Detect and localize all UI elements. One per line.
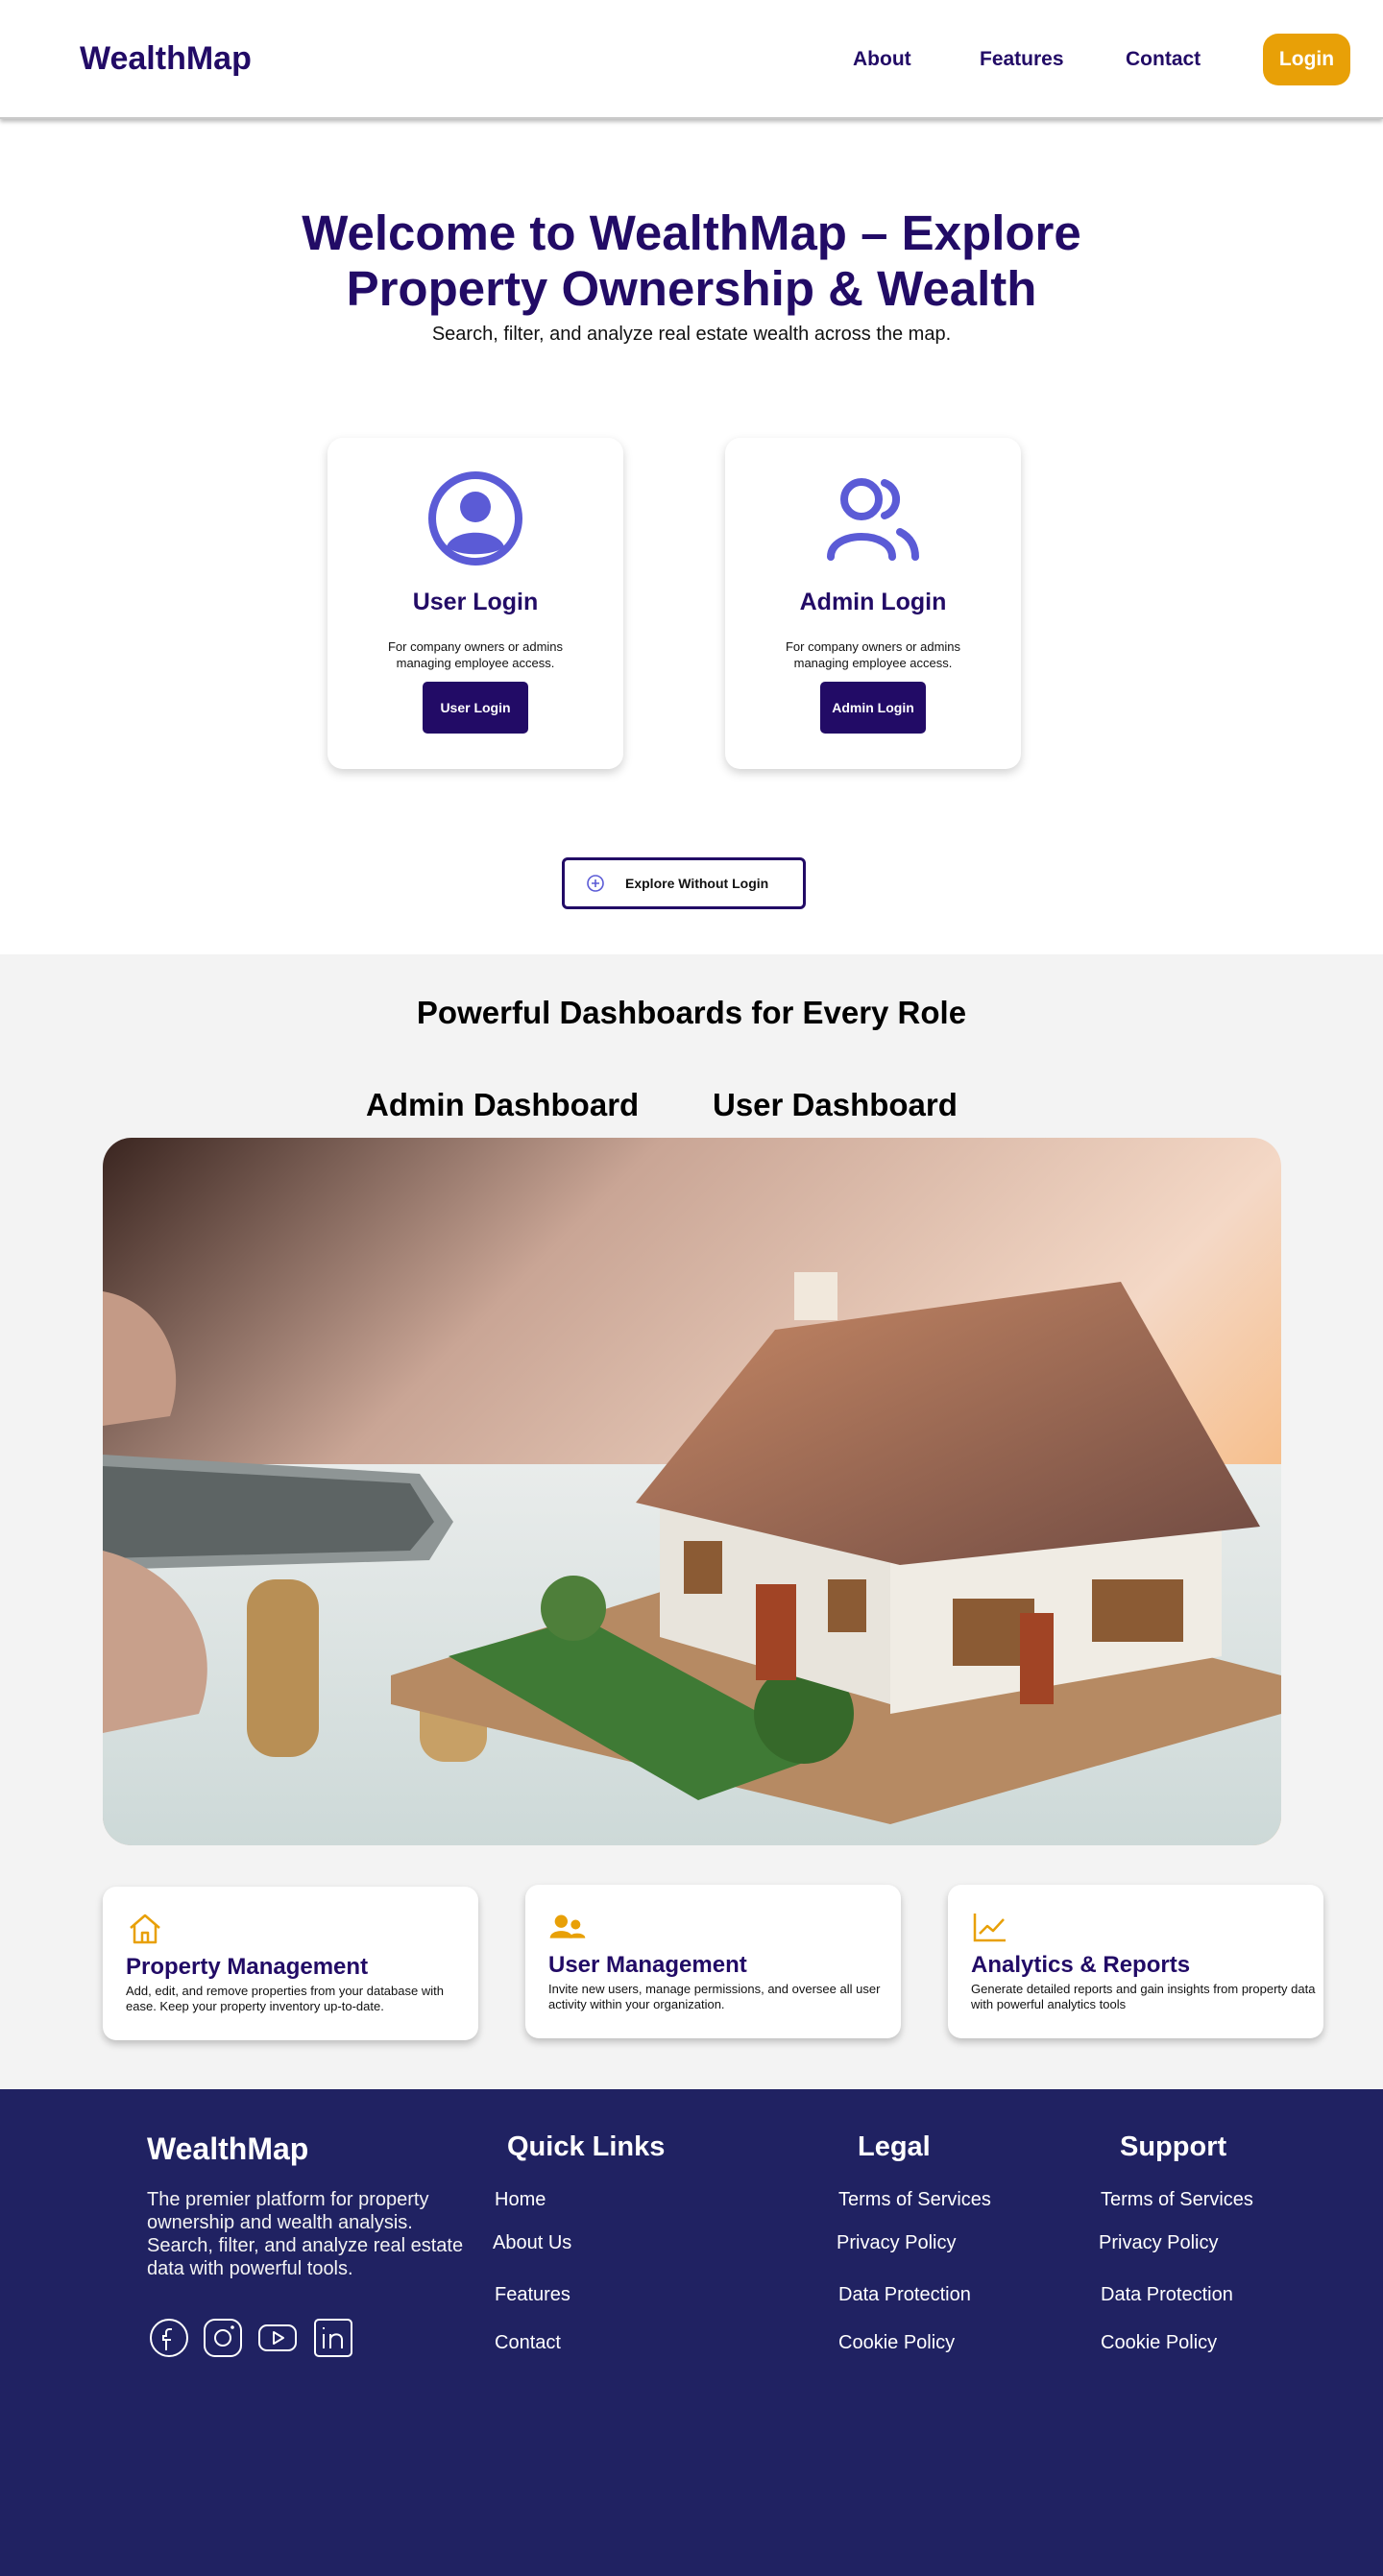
feature-title: Analytics & Reports: [971, 1952, 1191, 1978]
dashboard-hero-image: [103, 1138, 1281, 1845]
explore-without-login-button[interactable]: Explore Without Login: [562, 857, 806, 909]
footer-legal-privacy[interactable]: Privacy Policy: [837, 2232, 956, 2254]
user-login-card: User Login For company owners or admins …: [328, 438, 623, 769]
site-footer: WealthMap The premier platform for prope…: [0, 2089, 1383, 2576]
youtube-icon[interactable]: [257, 2318, 298, 2358]
feature-title: Property Management: [126, 1954, 369, 1980]
user-circle-icon: [428, 471, 522, 566]
admin-login-button[interactable]: Admin Login: [820, 682, 926, 734]
user-login-title: User Login: [412, 589, 539, 615]
users-icon: [549, 1914, 586, 1938]
tab-admin-dashboard[interactable]: Admin Dashboard: [366, 1087, 639, 1123]
hero-subtitle: Search, filter, and analyze real estate …: [431, 324, 952, 345]
footer-support-data-protection[interactable]: Data Protection: [1101, 2284, 1233, 2306]
footer-support-cookie[interactable]: Cookie Policy: [1101, 2332, 1217, 2354]
logo[interactable]: WealthMap: [80, 40, 252, 78]
admin-login-title: Admin Login: [799, 589, 947, 615]
site-header: WealthMap About Features Contact Login: [0, 0, 1383, 119]
footer-legal-data-protection[interactable]: Data Protection: [838, 2284, 971, 2306]
user-login-button[interactable]: User Login: [423, 682, 528, 734]
footer-legal-cookie[interactable]: Cookie Policy: [838, 2332, 955, 2354]
footer-link-contact[interactable]: Contact: [495, 2332, 561, 2354]
footer-legal-heading: Legal: [858, 2131, 931, 2162]
user-login-description: For company owners or admins managing em…: [387, 639, 564, 670]
footer-about-text: The premier platform for property owners…: [147, 2189, 464, 2279]
linkedin-icon[interactable]: [313, 2318, 353, 2358]
chart-line-icon: [973, 1914, 1006, 1942]
plus-circle-icon: [587, 875, 604, 892]
facebook-icon[interactable]: [149, 2318, 189, 2358]
footer-quick-links-heading: Quick Links: [507, 2131, 666, 2162]
footer-brand: WealthMap: [147, 2131, 309, 2166]
footer-support-terms[interactable]: Terms of Services: [1101, 2189, 1253, 2211]
tab-user-dashboard[interactable]: User Dashboard: [713, 1087, 958, 1123]
footer-link-features[interactable]: Features: [495, 2284, 570, 2306]
feature-card-user-management: User Management Invite new users, manage…: [525, 1885, 901, 2038]
dashboards-section: Powerful Dashboards for Every Role Admin…: [0, 954, 1383, 2089]
footer-support-heading: Support: [1120, 2131, 1227, 2162]
feature-description: Generate detailed reports and gain insig…: [971, 1982, 1316, 2011]
nav-about[interactable]: About: [853, 48, 911, 71]
explore-label: Explore Without Login: [625, 876, 769, 891]
footer-legal-terms[interactable]: Terms of Services: [838, 2189, 991, 2211]
instagram-icon[interactable]: [203, 2318, 243, 2358]
login-button[interactable]: Login: [1263, 34, 1350, 85]
admin-login-description: For company owners or admins managing em…: [785, 639, 961, 670]
home-icon: [130, 1914, 160, 1944]
feature-description: Invite new users, manage permissions, an…: [548, 1982, 881, 2011]
nav-contact[interactable]: Contact: [1126, 48, 1201, 71]
hero-title: Welcome to WealthMap – Explore Property …: [302, 205, 1081, 316]
feature-card-property-management: Property Management Add, edit, and remov…: [103, 1887, 478, 2040]
dashboards-heading: Powerful Dashboards for Every Role: [416, 995, 967, 1030]
admin-login-card: Admin Login For company owners or admins…: [725, 438, 1021, 769]
footer-link-about-us[interactable]: About Us: [493, 2232, 571, 2254]
users-icon: [827, 478, 919, 561]
feature-title: User Management: [548, 1952, 747, 1978]
nav-features[interactable]: Features: [980, 48, 1064, 71]
feature-description: Add, edit, and remove properties from yo…: [126, 1984, 444, 2013]
feature-card-analytics-reports: Analytics & Reports Generate detailed re…: [948, 1885, 1323, 2038]
footer-link-home[interactable]: Home: [495, 2189, 546, 2211]
footer-support-privacy[interactable]: Privacy Policy: [1099, 2232, 1218, 2254]
